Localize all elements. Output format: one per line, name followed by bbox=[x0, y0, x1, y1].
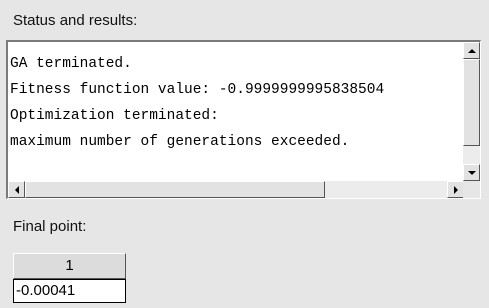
output-line: GA terminated. bbox=[10, 56, 132, 72]
output-line: maximum number of generations exceeded. bbox=[10, 134, 350, 150]
scrollbar-corner bbox=[463, 181, 480, 198]
horizontal-scroll-thumb[interactable] bbox=[25, 181, 325, 198]
vertical-scrollbar[interactable] bbox=[463, 42, 480, 181]
output-line: Fitness function value: -0.9999999995838… bbox=[10, 82, 385, 98]
scroll-left-arrow-icon bbox=[14, 185, 19, 194]
scroll-up-button[interactable] bbox=[463, 42, 480, 59]
vertical-scroll-thumb[interactable] bbox=[463, 59, 480, 146]
final-point-label: Final point: bbox=[13, 218, 87, 235]
scroll-right-arrow-icon bbox=[453, 185, 458, 194]
final-point-value-cell[interactable]: -0.00041 bbox=[13, 279, 126, 303]
status-results-label: Status and results: bbox=[13, 12, 138, 29]
scroll-up-arrow-icon bbox=[467, 48, 476, 53]
status-output-area[interactable]: GA terminated. Fitness function value: -… bbox=[6, 40, 481, 199]
scroll-down-arrow-icon bbox=[467, 170, 476, 175]
scroll-left-button[interactable] bbox=[8, 181, 25, 198]
results-panel: Status and results: GA terminated. Fitne… bbox=[0, 0, 489, 308]
horizontal-scrollbar[interactable] bbox=[8, 181, 464, 198]
status-output-text: GA terminated. Fitness function value: -… bbox=[10, 51, 464, 179]
scroll-right-button[interactable] bbox=[447, 181, 464, 198]
final-point-column-header[interactable]: 1 bbox=[13, 253, 126, 279]
output-line: Optimization terminated: bbox=[10, 108, 219, 124]
scroll-down-button[interactable] bbox=[463, 164, 480, 181]
